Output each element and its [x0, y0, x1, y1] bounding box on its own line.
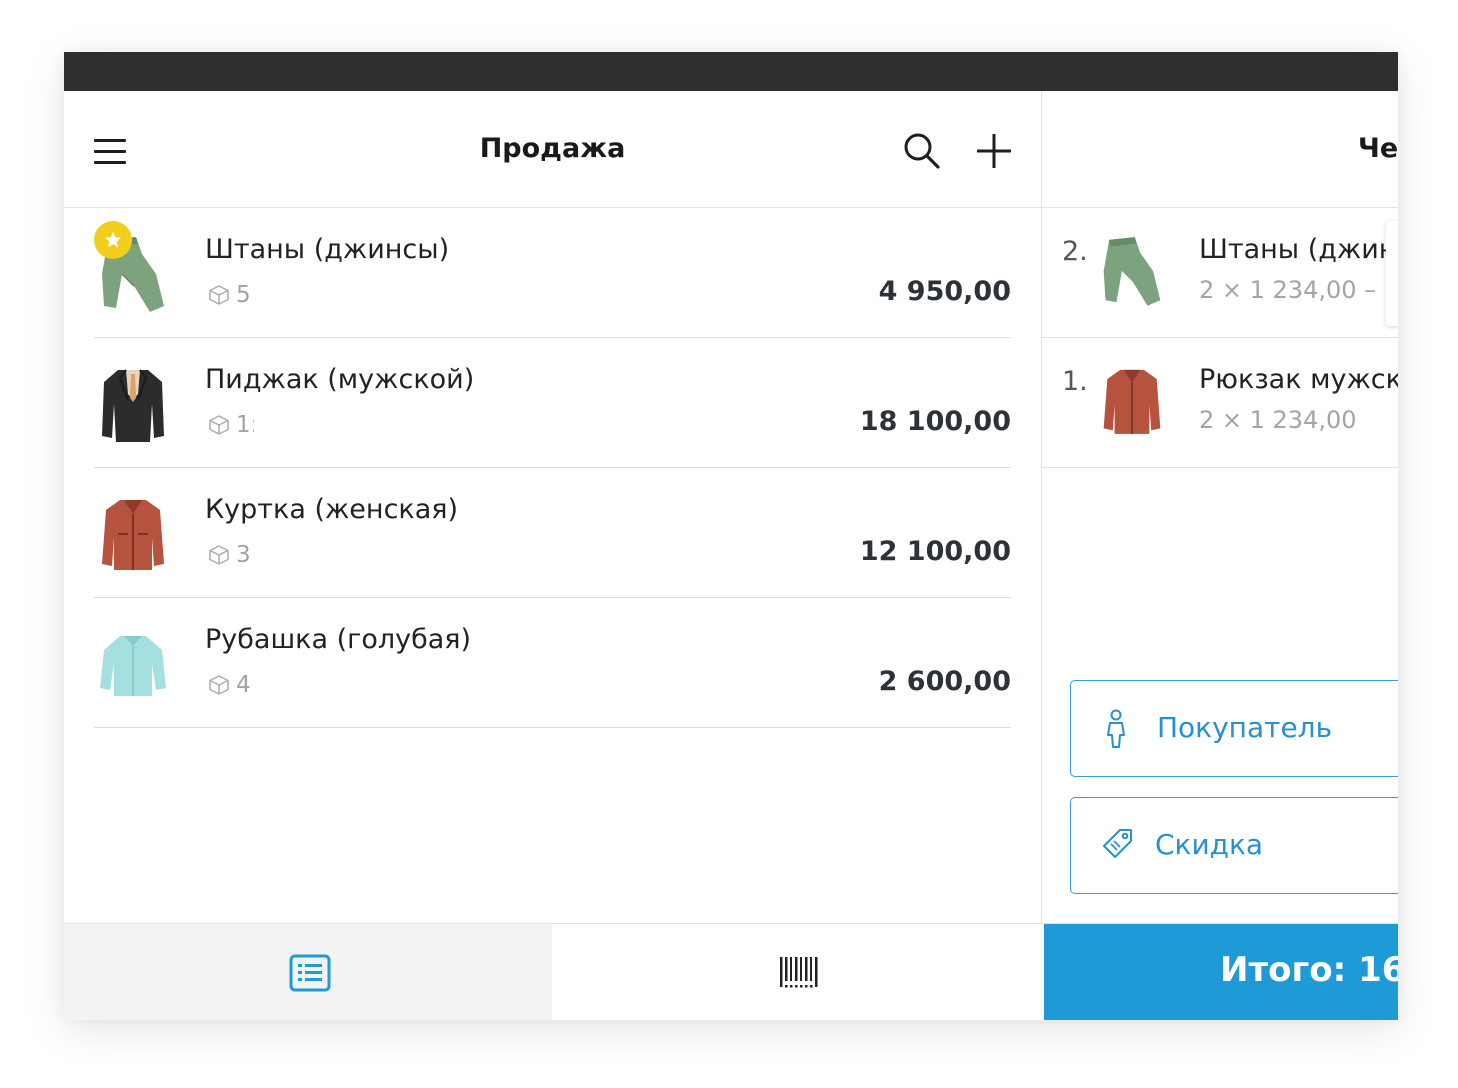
product-name: Штаны (джинсы) — [205, 234, 450, 265]
cart-item-name: Штаны (джин — [1199, 234, 1397, 265]
black-blazer-image — [102, 369, 164, 442]
product-row[interactable]: Куртка (женская) 3 12 100,00 — [64, 468, 1041, 598]
cart-item-index: 2. — [1062, 236, 1088, 267]
status-bar — [64, 52, 1398, 91]
person-icon — [1107, 709, 1125, 748]
search-button[interactable] — [900, 129, 944, 173]
total-button[interactable]: Итого: 16 — [1044, 924, 1398, 1020]
box-icon — [209, 415, 229, 435]
stock-count: 3 — [236, 542, 251, 568]
green-pants-image — [1103, 237, 1161, 306]
receipt-title: Че — [1358, 133, 1398, 164]
stock-count: 1: — [236, 412, 254, 438]
plus-icon — [977, 134, 1011, 168]
barcode-icon — [780, 957, 818, 988]
product-name: Пиджак (мужской) — [205, 364, 475, 395]
stock-count: 5 — [236, 282, 251, 308]
product-name: Куртка (женская) — [205, 494, 459, 525]
product-stock: 1: — [208, 410, 254, 440]
product-name: Рубашка (голубая) — [205, 624, 472, 655]
product-row[interactable]: Рубашка (голубая) 4 2 600,00 — [64, 598, 1041, 728]
buyer-label: Покупатель — [1157, 711, 1333, 744]
cart-item-name: Рюкзак мужск — [1199, 364, 1398, 395]
receipt-pane: Че 2. Штаны (джин 2 × 1 234,00 – 1. Рюкз… — [1041, 91, 1398, 923]
box-icon — [209, 285, 229, 305]
product-price: 4 950,00 — [878, 276, 1011, 307]
search-icon — [904, 133, 940, 169]
tablet-screen: Продажа Штаны (джинсы) 5 4 950,00 Пиджак… — [64, 52, 1398, 1020]
bottom-bar: Итого: 16 — [64, 923, 1398, 1020]
discount-button[interactable]: Скидка — [1070, 797, 1398, 894]
product-price: 12 100,00 — [859, 536, 1011, 567]
product-row[interactable]: Штаны (джинсы) 5 4 950,00 — [64, 208, 1041, 338]
star-icon — [105, 232, 121, 248]
product-stock: 5 — [208, 280, 251, 310]
discount-label: Скидка — [1155, 828, 1264, 861]
product-price: 18 100,00 — [859, 406, 1011, 437]
total-label: Итого: 16 — [1220, 950, 1398, 990]
cart-item[interactable]: 1. Рюкзак мужск 2 × 1 234,00 — [1042, 338, 1398, 468]
cart-item-qty: 2 × 1 234,00 – — [1199, 276, 1377, 304]
box-icon — [209, 545, 229, 565]
add-button[interactable] — [972, 129, 1016, 173]
receipt-header: Че — [1042, 91, 1398, 208]
cart-item-index: 1. — [1062, 366, 1088, 397]
tab-barcode-scanner[interactable] — [552, 924, 1041, 1020]
tag-icon — [1103, 829, 1132, 858]
product-stock: 4 — [208, 670, 251, 700]
stock-count: 4 — [236, 672, 251, 698]
favorite-badge — [94, 221, 132, 259]
scrollbar[interactable] — [1386, 221, 1398, 326]
product-list: Штаны (джинсы) 5 4 950,00 Пиджак (мужско… — [64, 208, 1041, 728]
product-price: 2 600,00 — [878, 666, 1011, 697]
leather-jacket-image — [1103, 369, 1161, 434]
buyer-button[interactable]: Покупатель — [1070, 680, 1398, 777]
cart-item[interactable]: 2. Штаны (джин 2 × 1 234,00 – — [1042, 208, 1398, 338]
cart-item-qty: 2 × 1 234,00 — [1199, 406, 1357, 434]
box-icon — [209, 675, 229, 695]
tab-list-view[interactable] — [64, 924, 552, 1020]
product-stock: 3 — [208, 540, 251, 570]
page-title: Продажа — [479, 133, 626, 164]
leather-jacket-image — [102, 500, 164, 570]
blue-shirt-image — [100, 636, 166, 696]
list-icon — [289, 954, 331, 992]
catalog-pane: Продажа Штаны (джинсы) 5 4 950,00 Пиджак… — [64, 91, 1041, 923]
top-bar: Продажа — [64, 91, 1041, 208]
product-row[interactable]: Пиджак (мужской) 1: 18 100,00 — [64, 338, 1041, 468]
